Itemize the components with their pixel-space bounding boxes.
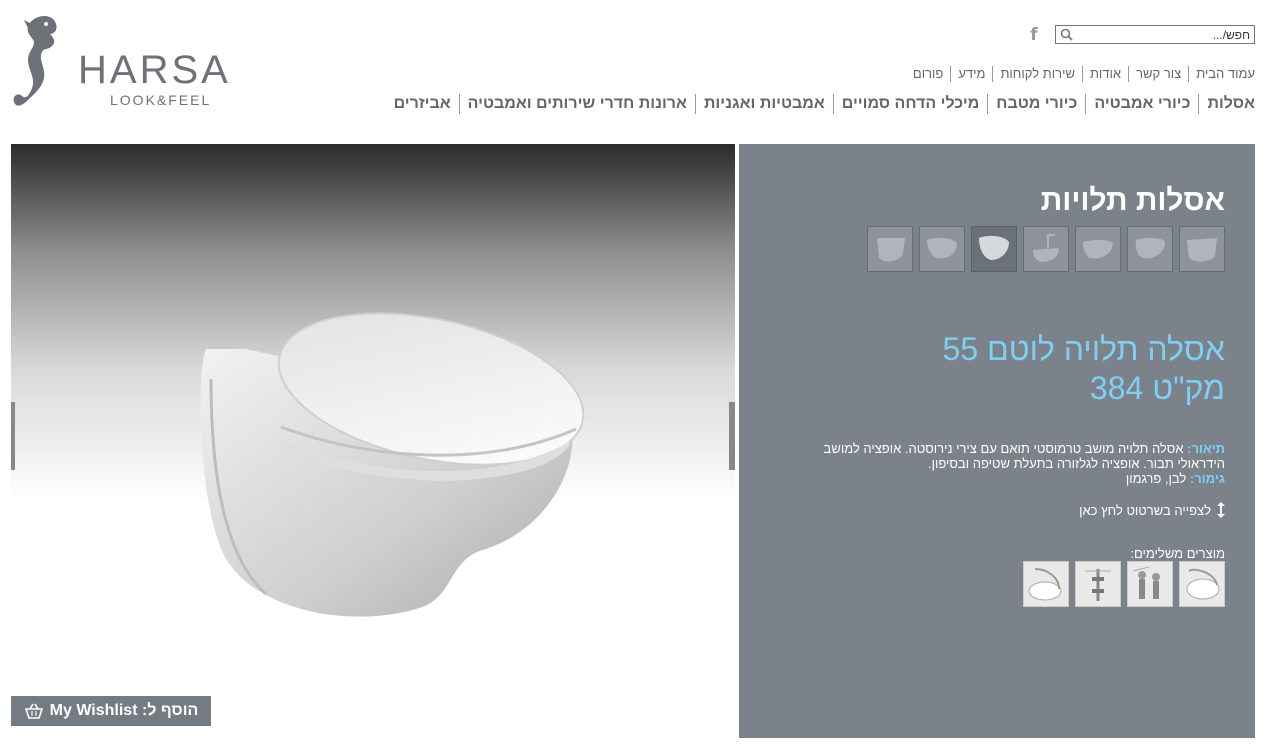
product-thumbnail-active[interactable] [971, 226, 1017, 272]
add-to-wishlist-button[interactable]: הוסף ל: My Wishlist [11, 696, 211, 726]
search-input[interactable] [1074, 26, 1254, 44]
main-nav-accessories[interactable]: אביזרים [394, 94, 459, 114]
finish-label: גימור: [1189, 471, 1225, 486]
product-thumbnail[interactable] [867, 226, 913, 272]
view-drawing-link[interactable]: לצפייה בשרטוט לחץ כאן [1079, 502, 1225, 518]
related-product-seat-open[interactable] [1023, 561, 1069, 607]
search-icon[interactable] [1060, 28, 1073, 41]
product-thumbnail[interactable] [1127, 226, 1173, 272]
wishlist-label: הוסף ל: My Wishlist [49, 702, 199, 719]
main-nav-cabinets[interactable]: ארונות חדרי שירותים ואמבטיה [458, 94, 695, 114]
facebook-icon[interactable]: f [1028, 26, 1040, 44]
top-nav-contact[interactable]: צור קשר [1128, 66, 1188, 82]
product-thumbnails [867, 226, 1225, 272]
product-thumbnail[interactable] [919, 226, 965, 272]
product-thumbnail[interactable] [1023, 226, 1069, 272]
search-box [1055, 25, 1255, 44]
prev-image-handle[interactable] [11, 402, 15, 470]
logo-tagline: LOOK&FEEL [110, 92, 212, 108]
product-thumbnail[interactable] [1179, 226, 1225, 272]
main-nav-kitchen-sinks[interactable]: כיורי מטבח [987, 94, 1085, 114]
product-image [200, 312, 585, 617]
top-nav-forum[interactable]: פורום [913, 66, 950, 82]
description-label: תיאור: [1187, 441, 1225, 456]
related-product-bolts[interactable] [1075, 561, 1121, 607]
top-nav-home[interactable]: עמוד הבית [1188, 66, 1255, 82]
view-drawing-label: לצפייה בשרטוט לחץ כאן [1079, 502, 1211, 518]
product-sku: מק"ט 384 [1089, 370, 1225, 406]
top-nav-info[interactable]: מידע [950, 66, 992, 82]
product-image-panel: הוסף ל: My Wishlist [11, 144, 735, 738]
main-nav: אסלות כיורי אמבטיה כיורי מטבח מיכלי הדחה… [394, 94, 1255, 114]
product-name: אסלה תלויה לוטם 55 [942, 331, 1225, 367]
related-product-seat[interactable] [1179, 561, 1225, 607]
product-thumbnail[interactable] [1075, 226, 1121, 272]
top-nav-about[interactable]: אודות [1081, 66, 1128, 82]
product-title: אסלה תלויה לוטם 55 מק"ט 384 [765, 330, 1225, 408]
related-product-fittings[interactable] [1127, 561, 1173, 607]
main-nav-bath-sinks[interactable]: כיורי אמבטיה [1085, 94, 1198, 114]
main-nav-bathtubs[interactable]: אמבטיות ואגניות [694, 94, 833, 114]
logo-brand: HARSA [78, 48, 231, 92]
top-nav: עמוד הבית צור קשר אודות שירות לקוחות מיד… [913, 66, 1255, 82]
description-text: אסלה תלויה מושב טרמוסטי תואם עם צירי ניר… [823, 441, 1225, 471]
main-nav-concealed-cisterns[interactable]: מיכלי הדחה סמויים [832, 94, 988, 114]
basket-icon [24, 703, 43, 719]
category-title: אסלות תלויות [1040, 184, 1225, 217]
finish-text: לבן, פרגמון [1125, 471, 1187, 486]
related-products-title: מוצרים משלימים: [1130, 546, 1225, 561]
seahorse-icon [13, 16, 57, 106]
top-nav-customer-service[interactable]: שירות לקוחות [992, 66, 1082, 82]
product-description: תיאור: אסלה תלויה מושב טרמוסטי תואם עם צ… [780, 441, 1225, 486]
main-nav-toilets[interactable]: אסלות [1198, 94, 1255, 114]
up-down-arrow-icon [1217, 502, 1225, 518]
logo[interactable]: HARSA LOOK&FEEL [10, 12, 270, 118]
related-products [1023, 561, 1225, 607]
product-info-panel: אסלות תלויות אסלה תלויה לוטם 55 מק"ט 384… [739, 144, 1255, 738]
next-image-handle[interactable] [729, 402, 735, 470]
